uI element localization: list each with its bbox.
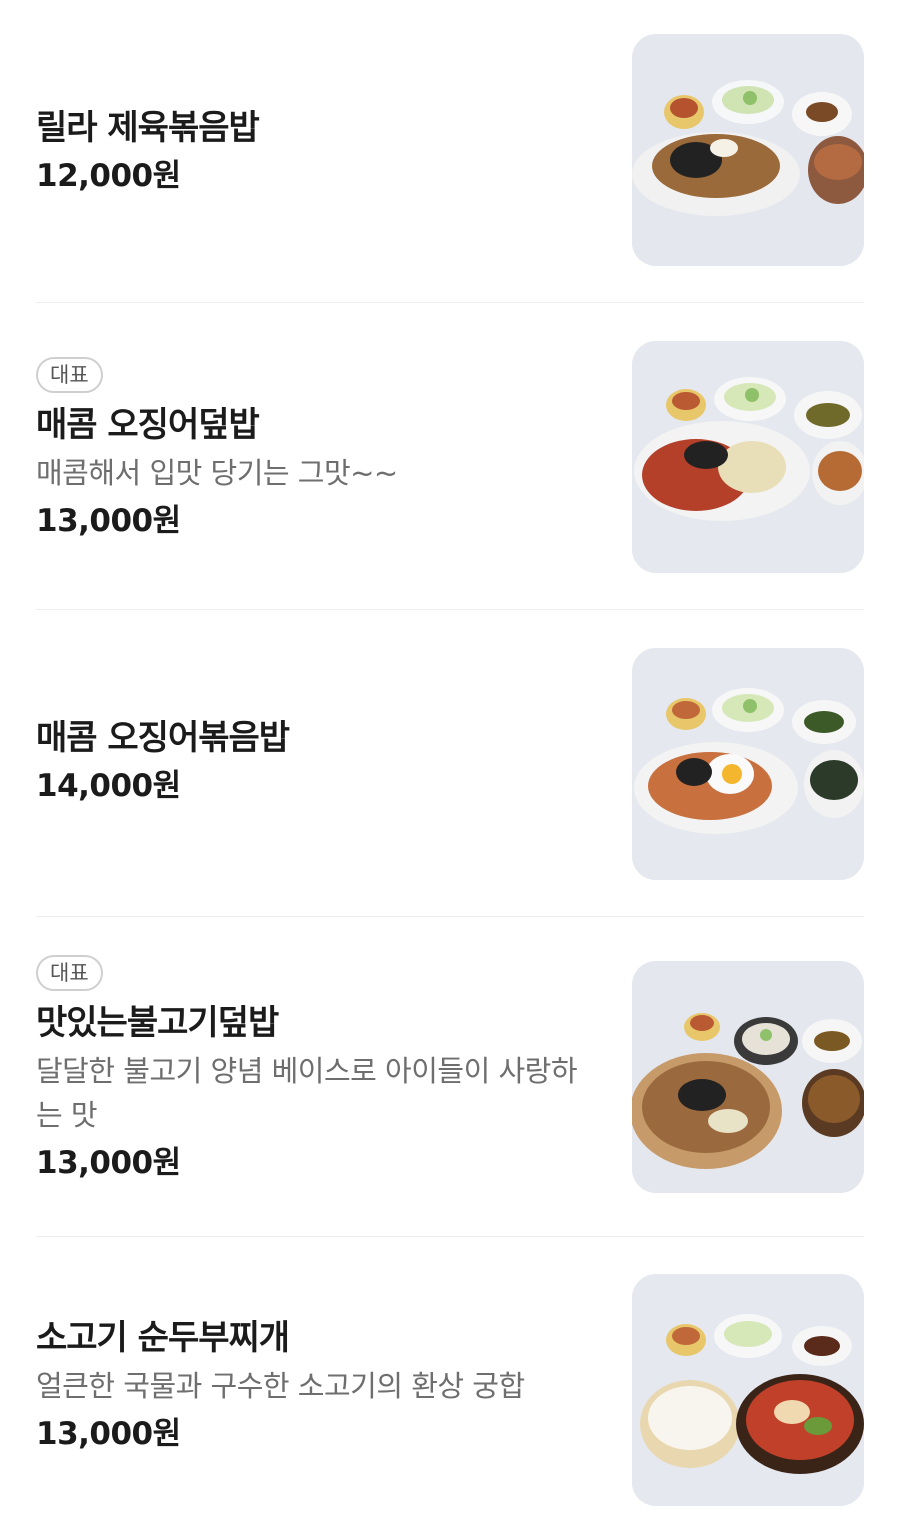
menu-item-image[interactable]: [632, 1274, 864, 1506]
menu-item-name: 맛있는불고기덮밥: [36, 1003, 279, 1043]
menu-item-name: 소고기 순두부찌개: [36, 1318, 290, 1358]
food-photo-icon: [632, 341, 864, 573]
menu-item-info: 릴라 제육볶음밥 12,000원: [36, 106, 596, 198]
divider: [36, 302, 864, 303]
menu-item-image[interactable]: [632, 648, 864, 880]
food-photo-icon: [632, 961, 864, 1193]
menu-item[interactable]: 매콤 오징어볶음밥 14,000원: [36, 648, 864, 880]
menu-item-description: 달달한 불고기 양념 베이스로 아이들이 사랑하는 맛: [36, 1054, 578, 1132]
menu-item[interactable]: 대표 매콤 오징어덮밥 매콤해서 입맛 당기는 그맛~~ 13,000원: [36, 341, 864, 573]
menu-item-image[interactable]: [632, 34, 864, 266]
menu-item[interactable]: 소고기 순두부찌개 얼큰한 국물과 구수한 소고기의 환상 궁합 13,000원: [36, 1274, 864, 1506]
menu-item[interactable]: 대표 맛있는불고기덮밥 달달한 불고기 양념 베이스로 아이들이 사랑하는 맛 …: [36, 955, 864, 1195]
menu-item-image[interactable]: [632, 341, 864, 573]
menu-item-price: 12,000원: [36, 158, 181, 194]
menu-item-price: 13,000원: [36, 1416, 181, 1452]
menu-item-description: 매콤해서 입맛 당기는 그맛~~: [36, 456, 398, 490]
menu-list: 릴라 제육볶음밥 12,000원 대표 매콤 오징어덮밥 매콤해서 입맛 당기는…: [0, 0, 900, 1537]
food-photo-icon: [632, 34, 864, 266]
menu-item-name: 매콤 오징어볶음밥: [36, 718, 290, 758]
menu-item-price: 13,000원: [36, 503, 181, 539]
featured-badge: 대표: [36, 955, 103, 991]
menu-item-image[interactable]: [632, 961, 864, 1193]
divider: [36, 609, 864, 610]
menu-item-name: 매콤 오징어덮밥: [36, 405, 260, 445]
food-photo-icon: [632, 1274, 864, 1506]
menu-item-description: 얼큰한 국물과 구수한 소고기의 환상 궁합: [36, 1369, 525, 1403]
menu-item-name: 릴라 제육볶음밥: [36, 108, 260, 148]
featured-badge: 대표: [36, 357, 103, 393]
menu-item-info: 소고기 순두부찌개 얼큰한 국물과 구수한 소고기의 환상 궁합 13,000원: [36, 1316, 596, 1456]
divider: [36, 1236, 864, 1237]
divider: [36, 916, 864, 917]
menu-item-info: 대표 맛있는불고기덮밥 달달한 불고기 양념 베이스로 아이들이 사랑하는 맛 …: [36, 955, 596, 1185]
menu-item-price: 14,000원: [36, 768, 181, 804]
menu-item-price: 13,000원: [36, 1145, 181, 1181]
food-photo-icon: [632, 648, 864, 880]
menu-item-info: 매콤 오징어볶음밥 14,000원: [36, 716, 596, 808]
menu-item[interactable]: 릴라 제육볶음밥 12,000원: [36, 34, 864, 266]
menu-item-info: 대표 매콤 오징어덮밥 매콤해서 입맛 당기는 그맛~~ 13,000원: [36, 357, 596, 543]
